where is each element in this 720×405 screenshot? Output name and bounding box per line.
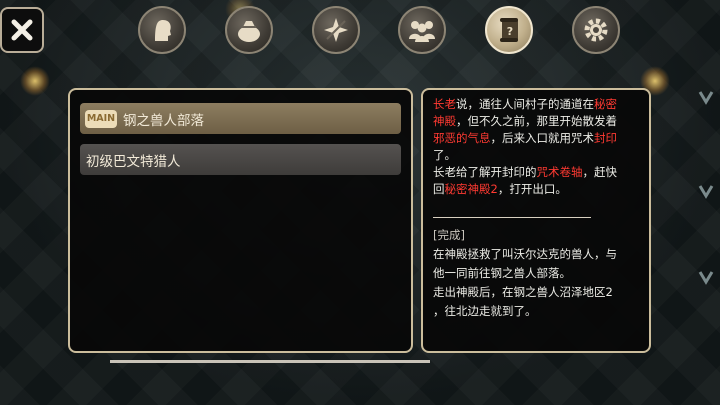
quest-title: 初级巴文特猎人 [86,153,181,170]
location-highlight: 秘密 [594,97,617,111]
torch-light [20,66,50,96]
bottom-line [110,360,430,363]
completion-line: 他一同前往钢之兽人部落。 [433,266,571,280]
completion-line: ，往北边走就到了。 [433,304,537,318]
divider [433,217,591,218]
quest-scroll-icon: ? [500,18,518,42]
description-text: 了。 [433,148,456,162]
bag-icon [238,21,260,42]
location-highlight: 神殿 [433,114,456,128]
description-text: 回 [433,182,445,196]
description-text: ，赶快 [582,165,618,179]
skill-icon [324,18,348,42]
quest-item-main[interactable]: MAIN 钢之兽人部落 [80,103,401,134]
completion-line: 在神殿拯救了叫沃尔达克的兽人，与 [433,247,617,261]
npc-name: 长老 [433,97,456,111]
quest-title: 钢之兽人部落 [123,112,204,129]
completion-section: [完成] 在神殿拯救了叫沃尔达克的兽人，与 他一同前往钢之兽人部落。 走出神殿后… [433,226,643,321]
menu-tabs: ? [0,6,720,56]
party-icon [409,21,435,42]
tab-skill[interactable] [312,6,360,54]
location-highlight: 秘密神殿2 [444,182,498,196]
quest-list-panel: MAIN 钢之兽人部落 初级巴文特猎人 [68,88,413,353]
description-text: ，后来入口就用咒术 [490,131,595,145]
svg-text:?: ? [507,25,513,38]
chevron-down-icon [698,271,714,285]
main-quest-badge: MAIN [85,109,117,128]
character-icon [155,20,171,41]
tab-settings[interactable] [572,6,620,54]
keyword-highlight: 封印 [594,131,617,145]
keyword-highlight: 邪恶的气息 [433,131,491,145]
quest-item[interactable]: 初级巴文特猎人 [80,144,401,175]
description-text: ，但不久之前，那里开始散发着 [456,114,617,128]
description-text: 说，通往人间村子的通道在 [456,97,594,111]
tab-character[interactable] [138,6,186,54]
tab-quest[interactable]: ? [485,6,533,54]
chevron-down-icon [698,185,714,199]
settings-gear-icon [584,18,608,42]
quest-detail-panel: 长老说，通往人间村子的通道在秘密 神殿，但不久之前，那里开始散发着 邪恶的气息，… [421,88,651,353]
description-text: ，打开出口。 [497,182,567,196]
quest-description: 长老说，通往人间村子的通道在秘密 神殿，但不久之前，那里开始散发着 邪恶的气息，… [433,96,643,198]
description-text: 长老给了解开封印的 [433,165,537,179]
completion-line: 走出神殿后，在钢之兽人沼泽地区2 [433,285,613,299]
chevron-down-icon [698,91,714,105]
completion-status: [完成] [433,228,465,242]
tab-bag[interactable] [225,6,273,54]
tab-party[interactable] [398,6,446,54]
item-highlight: 咒术卷轴 [536,165,583,179]
